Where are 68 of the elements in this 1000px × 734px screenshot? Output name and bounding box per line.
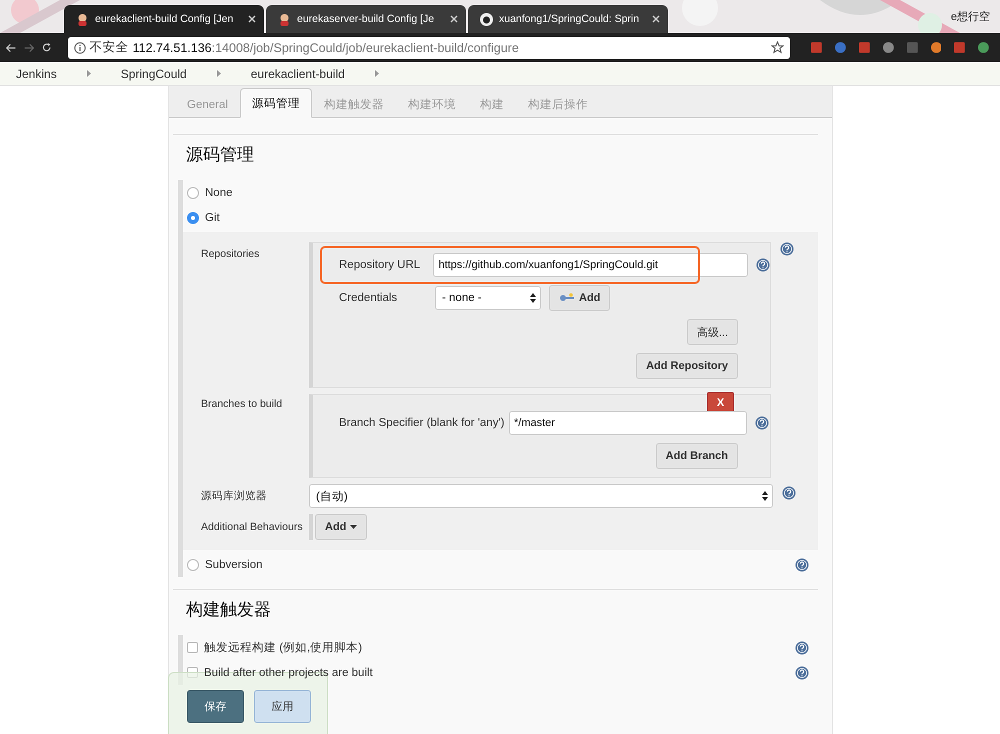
credentials-select[interactable]: - none - [435, 286, 541, 310]
extension-icon[interactable] [835, 40, 846, 55]
option-label: Subversion [205, 558, 264, 570]
radio-button[interactable] [187, 186, 199, 198]
config-tab[interactable]: 源码管理 [240, 88, 312, 118]
star-icon[interactable] [770, 41, 784, 54]
save-button[interactable]: 保存 [187, 690, 244, 723]
section-heading: 构建触发器 [186, 599, 272, 621]
url-text: 112.74.51.136:14008/job/SpringCould/job/eurekaclient-build/configure [132, 40, 519, 54]
extension-icon[interactable] [954, 40, 966, 55]
help-icon[interactable] [755, 416, 769, 430]
field-label: Branches to build [200, 397, 284, 410]
browser-tab[interactable]: eurekaserver-build Config [Je [266, 5, 466, 33]
help-icon[interactable] [795, 558, 809, 572]
option-label: None [205, 186, 234, 198]
caret-icon [350, 525, 358, 529]
security-label: 不安全 [90, 39, 129, 56]
reload-icon[interactable] [42, 41, 52, 54]
browser-tab[interactable]: eurekaclient-build Config [Jen [64, 5, 264, 33]
option-label: Build after other projects are built [204, 666, 374, 678]
add-repository-button[interactable]: Add Repository [636, 353, 738, 379]
branch-input[interactable]: */master [509, 411, 747, 435]
spinner-icon [530, 293, 536, 303]
browser-select[interactable]: (自动) [309, 484, 773, 508]
add-dropdown-button[interactable]: Add [315, 514, 368, 540]
add-branch-button[interactable]: Add Branch [656, 443, 738, 469]
breadcrumb-link[interactable]: SpringCould [120, 66, 187, 80]
chevron-icon [86, 70, 91, 77]
spinner-icon [762, 491, 768, 501]
extension-icon[interactable] [978, 40, 990, 55]
option-label: 触发远程构建 (例如,使用脚本) [204, 640, 364, 655]
extension-icon[interactable] [930, 40, 942, 55]
section-heading: 源码管理 [186, 144, 255, 166]
radio-button[interactable] [187, 212, 199, 224]
field-label: 源码库浏览器 [200, 489, 268, 503]
close-icon[interactable] [652, 15, 660, 23]
forward-icon[interactable] [24, 42, 34, 54]
extension-icon[interactable] [882, 40, 894, 55]
address-bar[interactable]: 不安全 112.74.51.136:14008/job/SpringCould/job/eurekaclient-build/configure [68, 36, 790, 58]
breadcrumb-link[interactable]: eurekaclient-build [250, 66, 345, 80]
close-icon[interactable] [450, 15, 458, 23]
apply-button[interactable]: 应用 [254, 690, 311, 723]
breadcrumb-link[interactable]: Jenkins [16, 66, 57, 80]
help-icon[interactable] [795, 640, 809, 654]
chevron-icon [216, 70, 221, 77]
profile-name[interactable]: e想行空 [950, 9, 990, 24]
url-input[interactable]: https://github.com/xuanfong1/SpringCould.git [433, 253, 748, 277]
chevron-icon [374, 70, 379, 77]
advanced-button[interactable]: 高级... [686, 319, 738, 345]
field-label: Repository URL [339, 259, 422, 271]
extension-icon[interactable] [859, 40, 870, 55]
extension-icon[interactable] [811, 40, 822, 55]
field-label: Additional Behaviours [200, 521, 304, 533]
back-icon[interactable] [6, 42, 16, 54]
add-button[interactable]: Add [549, 285, 610, 311]
info-icon [74, 42, 86, 54]
help-icon[interactable] [795, 666, 809, 680]
help-icon[interactable] [756, 258, 770, 272]
browser-tab[interactable]: xuanfong1/SpringCould: Sprin [468, 5, 668, 33]
field-label: Credentials [339, 292, 398, 304]
close-icon[interactable] [248, 15, 256, 23]
field-label: Repositories [200, 247, 260, 260]
checkbox[interactable] [187, 642, 198, 653]
help-icon[interactable] [780, 242, 794, 256]
option-label: Git [205, 212, 221, 224]
help-icon[interactable] [782, 486, 796, 500]
radio-button[interactable] [187, 558, 199, 570]
key-icon [559, 293, 575, 303]
